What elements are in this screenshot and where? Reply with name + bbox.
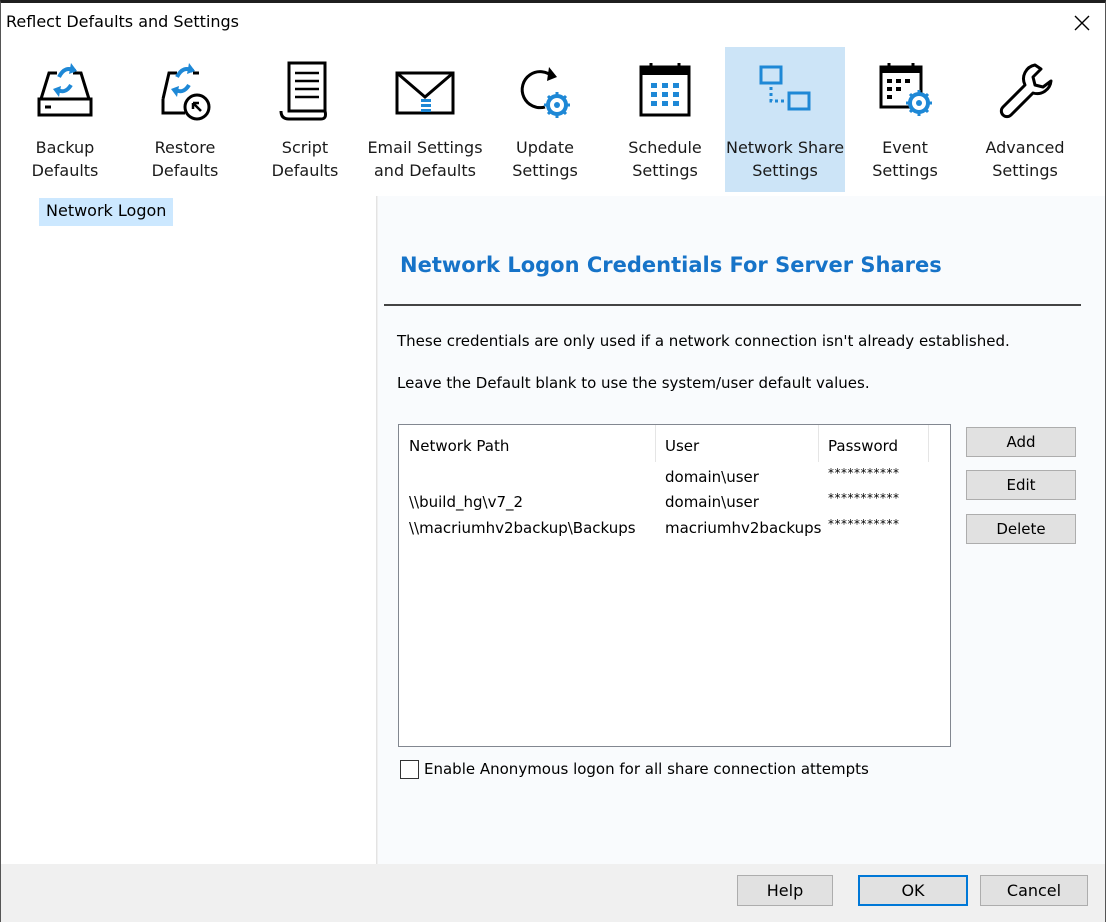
anonymous-logon-option[interactable]: Enable Anonymous logon for all share con…: [400, 759, 869, 779]
settings-tree: Network Logon: [1, 196, 377, 864]
toolbar-label: Backup Defaults: [31, 138, 99, 180]
title-bar: Reflect Defaults and Settings: [1, 3, 1105, 43]
credentials-list[interactable]: Network Path User Password domain\user *…: [398, 424, 951, 747]
toolbar-backup-defaults[interactable]: Backup Defaults: [5, 47, 125, 192]
ok-button[interactable]: OK: [858, 875, 968, 906]
toolbar-label: Script Defaults: [271, 138, 339, 180]
dialog-footer: Help OK Cancel: [1, 864, 1105, 922]
toolbar-label: Network Share Settings: [725, 138, 845, 180]
toolbar-advanced-settings[interactable]: Advanced Settings: [965, 47, 1085, 192]
info-text-credentials: These credentials are only used if a net…: [397, 332, 1010, 350]
toolbar-email-settings[interactable]: Email Settings and Defaults: [365, 47, 485, 192]
info-text-default: Leave the Default blank to use the syste…: [397, 374, 870, 392]
cell-password: ***********: [828, 466, 900, 480]
add-button[interactable]: Add: [966, 427, 1076, 457]
close-icon: [1074, 15, 1090, 31]
update-icon: [520, 67, 570, 118]
column-header-password[interactable]: Password: [819, 425, 929, 462]
toolbar-network-share-settings[interactable]: Network Share Settings: [725, 47, 845, 192]
email-icon: [395, 71, 455, 115]
toolbar-event-settings[interactable]: Event Settings: [845, 47, 965, 192]
restore-icon: [161, 63, 211, 121]
help-button[interactable]: Help: [737, 875, 833, 906]
anonymous-logon-checkbox[interactable]: [400, 759, 419, 779]
close-button[interactable]: [1059, 3, 1105, 43]
script-icon: [279, 61, 327, 121]
tree-item-network-logon[interactable]: Network Logon: [39, 198, 174, 226]
cell-user: macriumhv2backups: [665, 519, 822, 537]
window-title: Reflect Defaults and Settings: [6, 12, 240, 31]
toolbar-label: Email Settings and Defaults: [367, 138, 483, 180]
cell-user: domain\user: [665, 493, 759, 511]
wrench-icon: [999, 63, 1053, 119]
column-header-network-path[interactable]: Network Path: [399, 425, 656, 462]
cell-network-path: \\macriumhv2backup\Backups: [409, 519, 636, 537]
cell-user: domain\user: [665, 468, 759, 486]
backup-drive-icon: [37, 63, 93, 117]
calendar-icon: [639, 63, 691, 117]
cell-password: ***********: [828, 491, 900, 505]
event-icon: [879, 63, 932, 116]
toolbar-label: Event Settings: [872, 138, 938, 180]
toolbar-update-settings[interactable]: Update Settings: [485, 47, 605, 192]
toolbar-schedule-settings[interactable]: Schedule Settings: [605, 47, 725, 192]
delete-button[interactable]: Delete: [966, 514, 1076, 544]
panel-heading: Network Logon Credentials For Server Sha…: [400, 253, 942, 277]
cell-password: ***********: [828, 517, 900, 531]
edit-button[interactable]: Edit: [966, 470, 1076, 500]
heading-divider: [384, 304, 1081, 306]
cell-network-path: \\build_hg\v7_2: [409, 493, 524, 511]
settings-dialog: Reflect Defaults and Settings Backup Def…: [0, 0, 1106, 922]
toolbar-script-defaults[interactable]: Script Defaults: [245, 47, 365, 192]
anonymous-logon-label[interactable]: Enable Anonymous logon for all share con…: [424, 760, 869, 778]
toolbar-label: Schedule Settings: [628, 138, 702, 180]
network-share-icon: [759, 65, 811, 111]
toolbar-label: Advanced Settings: [985, 138, 1065, 180]
column-header-user[interactable]: User: [656, 425, 819, 462]
toolbar-label: Update Settings: [512, 138, 578, 180]
toolbar-restore-defaults[interactable]: Restore Defaults: [125, 47, 245, 192]
cancel-button[interactable]: Cancel: [980, 875, 1088, 906]
settings-toolbar: Backup Defaults Restore Defaults Script …: [1, 43, 1105, 196]
toolbar-label: Restore Defaults: [151, 138, 219, 180]
network-logon-panel: Network Logon Credentials For Server Sha…: [378, 196, 1105, 864]
